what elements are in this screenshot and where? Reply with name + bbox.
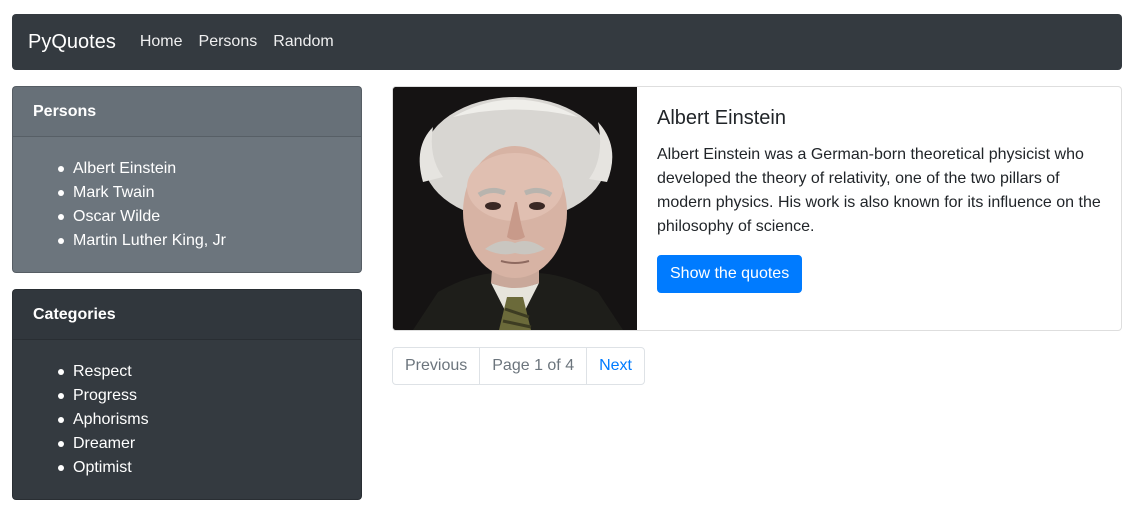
list-item[interactable]: Albert Einstein [58,157,361,181]
brand-link[interactable]: PyQuotes [28,31,116,54]
category-link-optimist[interactable]: Optimist [73,456,132,480]
show-quotes-button[interactable]: Show the quotes [657,255,803,293]
list-item[interactable]: Respect [58,360,361,384]
list-item[interactable]: Mark Twain [58,181,361,205]
bullet-icon [58,369,64,375]
person-link-mark-twain[interactable]: Mark Twain [73,181,155,205]
persons-list: Albert Einstein Mark Twain Oscar Wilde M… [13,137,361,253]
bullet-icon [58,214,64,220]
pagination: Previous Page 1 of 4 Next [392,347,645,385]
portrait-icon [393,87,637,330]
categories-list: Respect Progress Aphorisms Dreamer Optim… [13,340,361,480]
next-page-button[interactable]: Next [586,348,644,384]
categories-card: Categories Respect Progress Aphorisms Dr… [12,289,362,500]
list-item[interactable]: Optimist [58,456,361,480]
nav-link-persons[interactable]: Persons [199,33,258,51]
persons-card: Persons Albert Einstein Mark Twain Oscar… [12,86,362,273]
bullet-icon [58,393,64,399]
category-link-dreamer[interactable]: Dreamer [73,432,135,456]
person-link-martin-luther-king[interactable]: Martin Luther King, Jr [73,229,226,253]
bullet-icon [58,238,64,244]
list-item[interactable]: Oscar Wilde [58,205,361,229]
list-item[interactable]: Martin Luther King, Jr [58,229,361,253]
nav-link-home[interactable]: Home [140,33,183,51]
person-card-body: Albert Einstein Albert Einstein was a Ge… [637,87,1121,330]
person-link-albert-einstein[interactable]: Albert Einstein [73,157,176,181]
bullet-icon [58,465,64,471]
bullet-icon [58,441,64,447]
bullet-icon [58,166,64,172]
bullet-icon [58,417,64,423]
person-description: Albert Einstein was a German-born theore… [657,146,1101,235]
top-navbar: PyQuotes Home Persons Random [12,14,1122,70]
page-indicator: Page 1 of 4 [479,348,586,384]
previous-page-button: Previous [405,357,468,374]
nav-link-random[interactable]: Random [273,33,333,51]
person-card: Albert Einstein Albert Einstein was a Ge… [392,86,1122,331]
category-link-aphorisms[interactable]: Aphorisms [73,408,149,432]
persons-card-header: Persons [13,87,361,137]
bullet-icon [58,190,64,196]
category-link-progress[interactable]: Progress [73,384,137,408]
category-link-respect[interactable]: Respect [73,360,132,384]
list-item[interactable]: Aphorisms [58,408,361,432]
list-item[interactable]: Dreamer [58,432,361,456]
person-link-oscar-wilde[interactable]: Oscar Wilde [73,205,160,229]
categories-card-header: Categories [13,290,361,340]
person-portrait-image [393,87,637,330]
person-name: Albert Einstein [657,107,786,129]
list-item[interactable]: Progress [58,384,361,408]
